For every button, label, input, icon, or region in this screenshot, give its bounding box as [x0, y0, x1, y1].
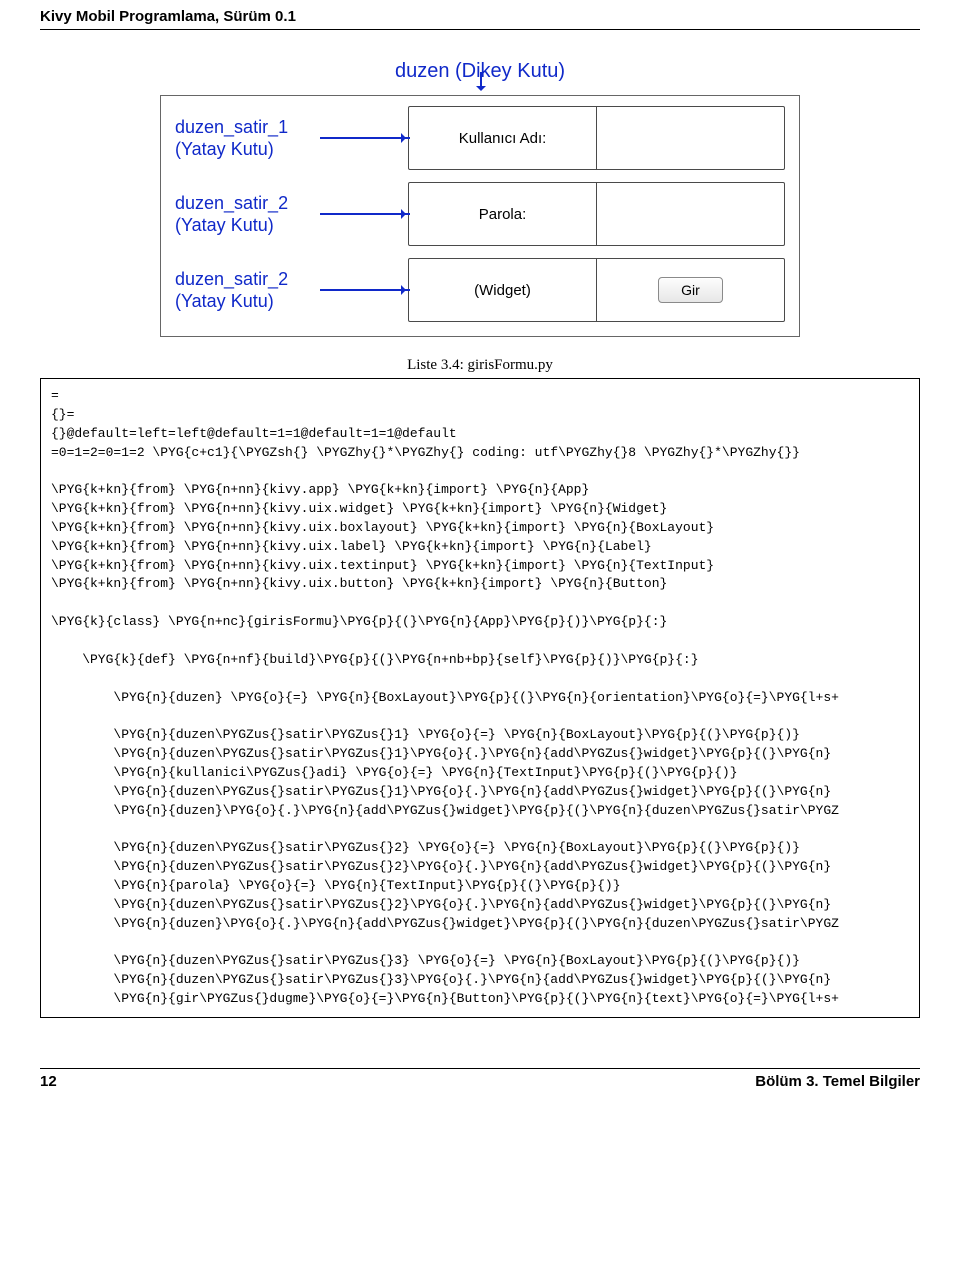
- page-footer: 12 Bölüm 3. Temel Bilgiler: [40, 1069, 920, 1090]
- code-line: \PYG{n}{duzen\PYGZus{}satir\PYGZus{}1}\P…: [51, 784, 831, 799]
- code-line: \PYG{n}{duzen\PYGZus{}satir\PYGZus{}2}\P…: [51, 859, 831, 874]
- caption-line1: duzen_satir_2: [175, 269, 288, 289]
- caption-line1: duzen_satir_2: [175, 193, 288, 213]
- code-line: \PYG{k+kn}{from} \PYG{n+nn}{kivy.uix.tex…: [51, 558, 714, 573]
- cell-label: Kullanıcı Adı:: [409, 107, 597, 169]
- code-line: \PYG{k+kn}{from} \PYG{n+nn}{kivy.uix.but…: [51, 576, 667, 591]
- row-caption: duzen_satir_2 (Yatay Kutu): [175, 268, 310, 313]
- code-blank: [51, 595, 59, 610]
- arrow-right-icon: [320, 137, 410, 139]
- code-line: \PYG{n}{duzen\PYGZus{}satir\PYGZus{}3} \…: [51, 953, 800, 968]
- figure-row-1: duzen_satir_1 (Yatay Kutu) Kullanıcı Adı…: [175, 106, 785, 170]
- code-line: \PYG{n}{duzen\PYGZus{}satir\PYGZus{}3}\P…: [51, 972, 831, 987]
- code-line: \PYG{n}{duzen\PYGZus{}satir\PYGZus{}2}\P…: [51, 897, 831, 912]
- row-box: Parola:: [408, 182, 785, 246]
- code-line: \PYG{n}{duzen} \PYG{o}{=} \PYG{n}{BoxLay…: [51, 690, 839, 705]
- cell-widget-placeholder: (Widget): [409, 259, 597, 321]
- figure-row-2: duzen_satir_2 (Yatay Kutu) Parola:: [175, 182, 785, 246]
- code-line: \PYG{k}{class} \PYG{n+nc}{girisFormu}\PY…: [51, 614, 667, 629]
- code-line: \PYG{n}{gir\PYGZus{}dugme}\PYG{o}{=}\PYG…: [51, 991, 839, 1006]
- code-line: {}=: [51, 407, 74, 422]
- caption-line2: (Yatay Kutu): [175, 291, 274, 311]
- gir-button[interactable]: Gir: [658, 277, 723, 303]
- code-line: \PYG{n}{duzen\PYGZus{}satir\PYGZus{}2} \…: [51, 840, 800, 855]
- code-blank: [51, 934, 59, 949]
- code-line: \PYG{n}{duzen\PYGZus{}satir\PYGZus{}1} \…: [51, 727, 800, 742]
- row-box: Kullanıcı Adı:: [408, 106, 785, 170]
- page-number: 12: [40, 1073, 57, 1090]
- arrow-right-icon: [320, 213, 410, 215]
- chapter-label: Bölüm 3. Temel Bilgiler: [755, 1073, 920, 1090]
- code-listing: = {}= {}@default=left=left@default=1=1@d…: [40, 378, 920, 1018]
- code-line: =0=1=2=0=1=2 \PYG{c+c1}{\PYGZsh{} \PYGZh…: [51, 445, 800, 460]
- code-blank: [51, 633, 59, 648]
- code-blank: [51, 821, 59, 836]
- header-rule: [40, 29, 920, 30]
- cell-label: Parola:: [409, 183, 597, 245]
- row-box: (Widget) Gir: [408, 258, 785, 322]
- code-blank: [51, 463, 59, 478]
- page-header: Kivy Mobil Programlama, Sürüm 0.1: [40, 0, 920, 29]
- caption-line1: duzen_satir_1: [175, 117, 288, 137]
- cell-button: Gir: [597, 259, 784, 321]
- code-line: {}@default=left=left@default=1=1@default…: [51, 426, 457, 441]
- code-line: \PYG{k+kn}{from} \PYG{n+nn}{kivy.uix.box…: [51, 520, 714, 535]
- cell-input: [597, 107, 784, 169]
- code-line: \PYG{k}{def} \PYG{n+nf}{build}\PYG{p}{(}…: [51, 652, 699, 667]
- layout-figure: duzen (Dikey Kutu) duzen_satir_1 (Yatay …: [160, 60, 800, 337]
- code-line: \PYG{n}{duzen\PYGZus{}satir\PYGZus{}1}\P…: [51, 746, 831, 761]
- row-caption: duzen_satir_2 (Yatay Kutu): [175, 192, 310, 237]
- code-blank: [51, 671, 59, 686]
- figure-row-3: duzen_satir_2 (Yatay Kutu) (Widget) Gir: [175, 258, 785, 322]
- row-caption: duzen_satir_1 (Yatay Kutu): [175, 116, 310, 161]
- code-line: \PYG{k+kn}{from} \PYG{n+nn}{kivy.uix.lab…: [51, 539, 652, 554]
- code-line: =: [51, 388, 59, 403]
- code-line: \PYG{n}{kullanici\PYGZus{}adi} \PYG{o}{=…: [51, 765, 738, 780]
- code-line: \PYG{n}{duzen}\PYG{o}{.}\PYG{n}{add\PYGZ…: [51, 803, 839, 818]
- listing-caption: Liste 3.4: girisFormu.py: [40, 357, 920, 374]
- code-line: \PYG{n}{parola} \PYG{o}{=} \PYG{n}{TextI…: [51, 878, 621, 893]
- arrow-right-icon: [320, 289, 410, 291]
- figure-outer-box: duzen_satir_1 (Yatay Kutu) Kullanıcı Adı…: [160, 95, 800, 337]
- caption-line2: (Yatay Kutu): [175, 215, 274, 235]
- code-line: \PYG{k+kn}{from} \PYG{n+nn}{kivy.app} \P…: [51, 482, 589, 497]
- code-line: \PYG{n}{duzen}\PYG{o}{.}\PYG{n}{add\PYGZ…: [51, 916, 839, 931]
- caption-line2: (Yatay Kutu): [175, 139, 274, 159]
- code-line: \PYG{k+kn}{from} \PYG{n+nn}{kivy.uix.wid…: [51, 501, 667, 516]
- code-blank: [51, 708, 59, 723]
- cell-input: [597, 183, 784, 245]
